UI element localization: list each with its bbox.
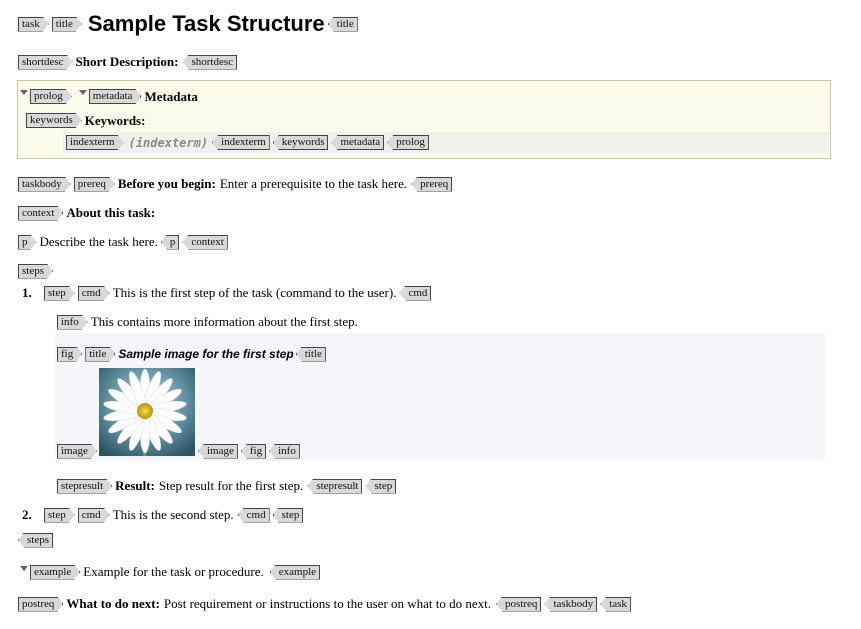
example-line: example Example for the task or procedur…: [20, 564, 323, 580]
step2-number: 2.: [22, 507, 32, 522]
image-tags-left: image: [57, 443, 100, 459]
context-label[interactable]: About this task:: [66, 205, 155, 221]
keywords-label[interactable]: Keywords:: [85, 113, 146, 129]
cmd2-end-tag[interactable]: cmd: [237, 507, 270, 523]
info-end-tag[interactable]: info: [269, 443, 300, 459]
indexterm-placeholder[interactable]: (indexterm): [129, 136, 208, 150]
shortdesc-line: shortdesc Short Description: shortdesc: [18, 54, 240, 70]
collapse-triangle-icon[interactable]: [78, 90, 87, 95]
step-start-tag[interactable]: step: [44, 286, 75, 301]
metadata-label[interactable]: Metadata: [144, 89, 197, 105]
prereq-line: taskbody prereq Before you begin: Enter …: [18, 176, 455, 192]
step2-line: 2. step cmd This is the second step. cmd…: [22, 507, 306, 523]
task-end-tag[interactable]: task: [600, 596, 631, 612]
taskbody-end-tag[interactable]: taskbody: [544, 596, 598, 612]
postreq-label[interactable]: What to do next:: [66, 596, 160, 612]
cmd-start-tag[interactable]: cmd: [78, 286, 110, 301]
example-start-tag[interactable]: example: [30, 565, 80, 580]
cmd-end-tag[interactable]: cmd: [399, 285, 432, 301]
keywords-end-tag[interactable]: keywords: [272, 135, 329, 150]
postreq-start-tag[interactable]: postreq: [18, 597, 63, 612]
example-end-tag[interactable]: example: [269, 564, 321, 580]
step2-end-tag[interactable]: step: [272, 507, 304, 523]
metadata-end-tag[interactable]: metadata: [331, 135, 385, 150]
step2-start-tag[interactable]: step: [44, 508, 75, 523]
collapse-triangle-icon[interactable]: [20, 565, 28, 571]
metadata-start-tag[interactable]: metadata: [89, 89, 142, 104]
steps-end-line: steps: [18, 532, 56, 548]
image-tags-right: image fig info: [198, 443, 303, 459]
shortdesc-end-tag[interactable]: shortdesc: [182, 54, 238, 70]
prereq-text[interactable]: Enter a prerequisite to the task here.: [220, 176, 407, 192]
fig-title-start-tag[interactable]: title: [85, 347, 115, 362]
context-line: context About this task:: [18, 205, 155, 221]
indexterm-start-tag[interactable]: indexterm: [66, 135, 124, 150]
prereq-end-tag[interactable]: prereq: [411, 176, 453, 192]
step1-number: 1.: [22, 285, 32, 300]
task-title-line: task title Sample Task Structure title: [18, 10, 361, 38]
context-start-tag[interactable]: context: [18, 206, 63, 221]
title-start-tag[interactable]: title: [52, 17, 82, 32]
postreq-end-tag[interactable]: postreq: [496, 596, 542, 612]
indexterm-line: indexterm (indexterm) indexterm keywords…: [66, 134, 432, 151]
image-end-tag[interactable]: image: [198, 443, 238, 459]
context-p-text[interactable]: Describe the task here.: [40, 234, 158, 250]
keywords-start-tag[interactable]: keywords: [26, 113, 82, 128]
step2-cmd-text[interactable]: This is the second step.: [113, 507, 234, 523]
steps-end-tag[interactable]: steps: [18, 532, 53, 548]
fig-title-end-tag[interactable]: title: [295, 346, 326, 362]
cmd2-start-tag[interactable]: cmd: [78, 508, 110, 523]
result-text[interactable]: Step result for the first step.: [159, 478, 303, 494]
steps-start-line: steps: [18, 263, 56, 279]
result-label[interactable]: Result:: [115, 478, 155, 494]
prolog-start-tag[interactable]: prolog: [30, 89, 72, 104]
fig-start-tag[interactable]: fig: [57, 347, 82, 362]
fig-end-tag[interactable]: fig: [240, 443, 267, 459]
step1-line: 1. step cmd This is the first step of th…: [22, 285, 434, 301]
postreq-line: postreq What to do next: Post requiremen…: [18, 596, 634, 612]
stepresult-line: stepresult Result: Step result for the f…: [57, 478, 399, 494]
fig-title[interactable]: Sample image for the first step: [118, 347, 293, 361]
info-line: info This contains more information abou…: [57, 314, 358, 330]
collapse-triangle-icon[interactable]: [20, 90, 28, 95]
steps-start-tag[interactable]: steps: [18, 264, 53, 279]
p-end-tag[interactable]: p: [160, 234, 180, 250]
info-start-tag[interactable]: info: [57, 315, 88, 330]
p-start-tag[interactable]: p: [18, 235, 37, 250]
shortdesc-label[interactable]: Short Description:: [76, 54, 179, 70]
prolog-line: prolog metadata Metadata: [20, 88, 198, 105]
step1-cmd-text[interactable]: This is the first step of the task (comm…: [113, 285, 397, 301]
daisy-flower-image[interactable]: [99, 368, 195, 456]
postreq-text[interactable]: Post requirement or instructions to the …: [164, 596, 491, 612]
prereq-start-tag[interactable]: prereq: [74, 177, 115, 192]
info-text[interactable]: This contains more information about the…: [91, 314, 358, 330]
example-text[interactable]: Example for the task or procedure.: [83, 564, 263, 580]
prereq-label[interactable]: Before you begin:: [118, 176, 216, 192]
prolog-end-tag[interactable]: prolog: [387, 135, 429, 150]
indexterm-end-tag[interactable]: indexterm: [212, 135, 270, 150]
context-end-tag[interactable]: context: [182, 234, 228, 250]
task-start-tag[interactable]: task: [18, 17, 49, 32]
title-end-tag[interactable]: title: [327, 16, 358, 32]
step-end-tag[interactable]: step: [365, 478, 397, 494]
fig-title-line: fig title Sample image for the first ste…: [57, 346, 329, 362]
context-p-line: p Describe the task here. p context: [18, 234, 231, 250]
stepresult-start-tag[interactable]: stepresult: [57, 479, 112, 494]
page-title[interactable]: Sample Task Structure: [88, 11, 325, 37]
shortdesc-start-tag[interactable]: shortdesc: [18, 55, 73, 70]
stepresult-end-tag[interactable]: stepresult: [307, 478, 363, 494]
taskbody-start-tag[interactable]: taskbody: [18, 177, 71, 192]
keywords-line: keywords Keywords:: [26, 112, 145, 129]
image-start-tag[interactable]: image: [57, 444, 97, 459]
